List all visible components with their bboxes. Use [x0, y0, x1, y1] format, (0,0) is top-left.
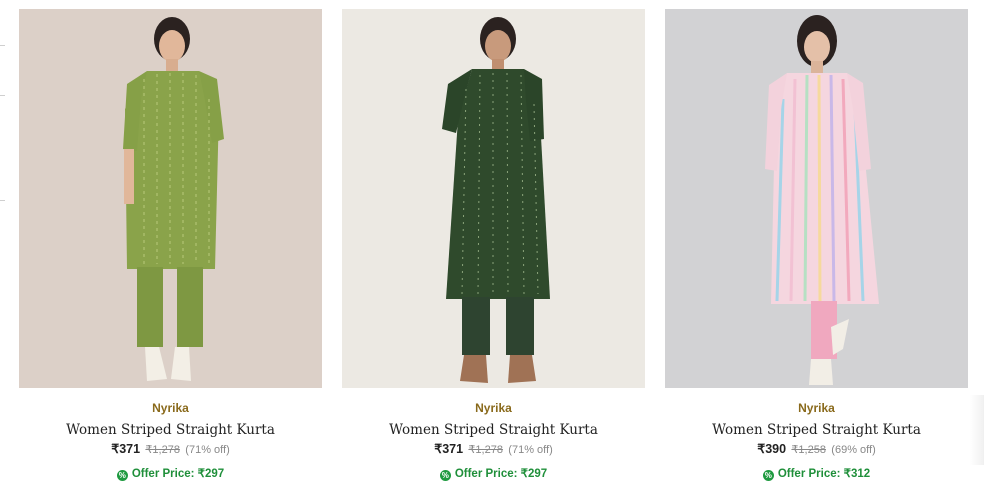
sale-price: ₹371 [111, 442, 141, 456]
product-title[interactable]: Women Striped Straight Kurta [665, 421, 968, 439]
product-image[interactable] [665, 9, 968, 388]
price-row: ₹390 ₹1,258 (69% off) [665, 441, 968, 458]
discount-label: (71% off) [185, 444, 230, 456]
offer-price-row: % Offer Price: ₹297 [19, 466, 322, 482]
discount-label: (69% off) [831, 444, 876, 456]
product-brand[interactable]: Nyrika [342, 400, 645, 416]
offer-price-label: Offer Price: ₹312 [777, 468, 871, 480]
product-card[interactable]: Nyrika Women Striped Straight Kurta ₹371… [342, 9, 645, 482]
offer-tag-icon: % [762, 470, 774, 481]
sale-price: ₹371 [434, 442, 464, 456]
model-photo [342, 9, 645, 388]
model-photo [665, 9, 968, 388]
offer-price-row: % Offer Price: ₹312 [665, 466, 968, 482]
product-image[interactable] [342, 9, 645, 388]
product-title[interactable]: Women Striped Straight Kurta [342, 421, 645, 439]
product-card[interactable]: Nyrika Women Striped Straight Kurta ₹390… [665, 9, 968, 482]
discount-label: (71% off) [508, 444, 553, 456]
model-photo [19, 9, 322, 388]
divider [0, 95, 5, 96]
product-card[interactable]: Nyrika Women Striped Straight Kurta ₹371… [19, 9, 322, 482]
offer-price-label: Offer Price: ₹297 [131, 468, 225, 480]
price-row: ₹371 ₹1,278 (71% off) [19, 441, 322, 458]
product-title[interactable]: Women Striped Straight Kurta [19, 421, 322, 439]
original-price: ₹1,258 [791, 444, 826, 456]
scroll-shadow [970, 395, 984, 465]
product-brand[interactable]: Nyrika [665, 400, 968, 416]
divider [0, 200, 5, 201]
offer-tag-icon: % [116, 470, 128, 481]
offer-price-row: % Offer Price: ₹297 [342, 466, 645, 482]
product-brand[interactable]: Nyrika [19, 400, 322, 416]
product-image[interactable] [19, 9, 322, 388]
price-row: ₹371 ₹1,278 (71% off) [342, 441, 645, 458]
sale-price: ₹390 [757, 442, 787, 456]
original-price: ₹1,278 [145, 444, 180, 456]
offer-tag-icon: % [439, 470, 451, 481]
divider [0, 45, 5, 46]
offer-price-label: Offer Price: ₹297 [454, 468, 548, 480]
original-price: ₹1,278 [468, 444, 503, 456]
product-grid: Nyrika Women Striped Straight Kurta ₹371… [0, 0, 984, 483]
